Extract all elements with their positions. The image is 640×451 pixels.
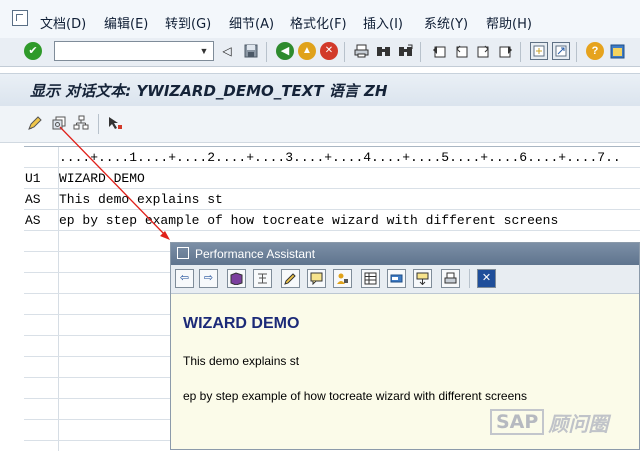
menu-format[interactable]: 格式化(F) [290, 13, 347, 32]
find-icon[interactable] [374, 42, 392, 60]
previous-page-icon[interactable] [452, 42, 470, 60]
help-heading: WIZARD DEMO [183, 315, 300, 332]
application-toolbar [0, 106, 640, 143]
first-page-icon[interactable] [430, 42, 448, 60]
ruler-row: ....+....1....+....2....+....3....+....4… [24, 147, 640, 168]
other-object-icon[interactable] [50, 114, 68, 132]
save-icon[interactable] [242, 42, 260, 60]
technical-info-icon[interactable] [253, 269, 272, 288]
book-icon[interactable] [227, 269, 246, 288]
ruler: ....+....1....+....2....+....3....+....4… [59, 150, 621, 165]
close-icon[interactable]: ✕ [477, 269, 496, 288]
popup-title-bar[interactable]: Performance Assistant [171, 243, 639, 265]
where-used-icon[interactable] [106, 114, 124, 132]
page-title: 显示 对话文本: YWIZARD_DEMO_TEXT 语言 ZH [30, 82, 388, 100]
menu-bar: 文档(D) 编辑(E) 转到(G) 细节(A) 格式化(F) 插入(I) 系统(… [0, 0, 640, 39]
menu-goto[interactable]: 转到(G) [165, 13, 211, 32]
forward-arrow-icon[interactable]: ⇨ [199, 269, 218, 288]
exit-icon[interactable]: ▲ [298, 42, 316, 60]
menu-edit[interactable]: 编辑(E) [104, 13, 148, 32]
enter-icon[interactable]: ✔ [24, 42, 42, 60]
help-text-line: This demo explains st [183, 354, 300, 368]
editor-line[interactable]: AS This demo explains st [24, 189, 640, 210]
line-text[interactable]: ep by step example of how tocreate wizar… [59, 213, 558, 228]
menu-insert[interactable]: 插入(I) [363, 13, 403, 32]
paragraph-format[interactable]: AS [25, 213, 41, 228]
menu-document[interactable]: 文档(D) [40, 13, 86, 32]
edit-pencil-icon[interactable] [281, 269, 300, 288]
new-session-icon[interactable] [530, 42, 548, 60]
paragraph-format[interactable]: U1 [25, 171, 41, 186]
cancel-icon[interactable]: ✕ [320, 42, 338, 60]
customize-layout-icon[interactable] [608, 42, 626, 60]
line-text[interactable]: This demo explains st [59, 192, 223, 207]
popup-title: Performance Assistant [195, 247, 316, 261]
collapse-command-field-icon[interactable]: ◁ [218, 42, 236, 60]
command-field[interactable]: ▼ [54, 41, 214, 61]
popup-toolbar: ⇦ ⇨ ✕ [171, 265, 639, 294]
line-text[interactable]: WIZARD DEMO [59, 171, 145, 186]
title-bar: 显示 对话文本: YWIZARD_DEMO_TEXT 语言 ZH [0, 73, 640, 107]
next-page-icon[interactable] [474, 42, 492, 60]
back-arrow-icon[interactable]: ⇦ [175, 269, 194, 288]
shortcut-icon[interactable] [552, 42, 570, 60]
menu-system[interactable]: 系统(Y) [424, 13, 468, 32]
download-icon[interactable] [413, 269, 432, 288]
editor-line[interactable]: AS ep by step example of how tocreate wi… [24, 210, 640, 231]
watermark-text: 顾问圈 [548, 411, 609, 436]
window-menu-icon[interactable] [12, 10, 28, 26]
editor-line[interactable]: U1 WIZARD DEMO [24, 168, 640, 189]
help-icon[interactable]: ? [586, 42, 604, 60]
watermark: SAP 顾问圈 [490, 408, 608, 436]
user-settings-icon[interactable] [333, 269, 352, 288]
last-page-icon[interactable] [496, 42, 514, 60]
display-change-icon[interactable] [26, 114, 44, 132]
find-next-icon[interactable] [396, 42, 414, 60]
chevron-down-icon[interactable]: ▼ [197, 44, 211, 58]
hierarchy-icon[interactable] [72, 114, 90, 132]
print-icon[interactable] [352, 42, 370, 60]
comment-icon[interactable] [307, 269, 326, 288]
display-field-icon[interactable] [387, 269, 406, 288]
menu-details[interactable]: 细节(A) [229, 13, 274, 32]
menu-help[interactable]: 帮助(H) [486, 13, 532, 32]
table-view-icon[interactable] [361, 269, 380, 288]
print-icon[interactable] [441, 269, 460, 288]
help-text-line: ep by step example of how tocreate wizar… [183, 389, 527, 403]
window-icon [177, 247, 189, 259]
back-icon[interactable]: ◀ [276, 42, 294, 60]
watermark-logo: SAP [490, 409, 545, 435]
paragraph-format[interactable]: AS [25, 192, 41, 207]
